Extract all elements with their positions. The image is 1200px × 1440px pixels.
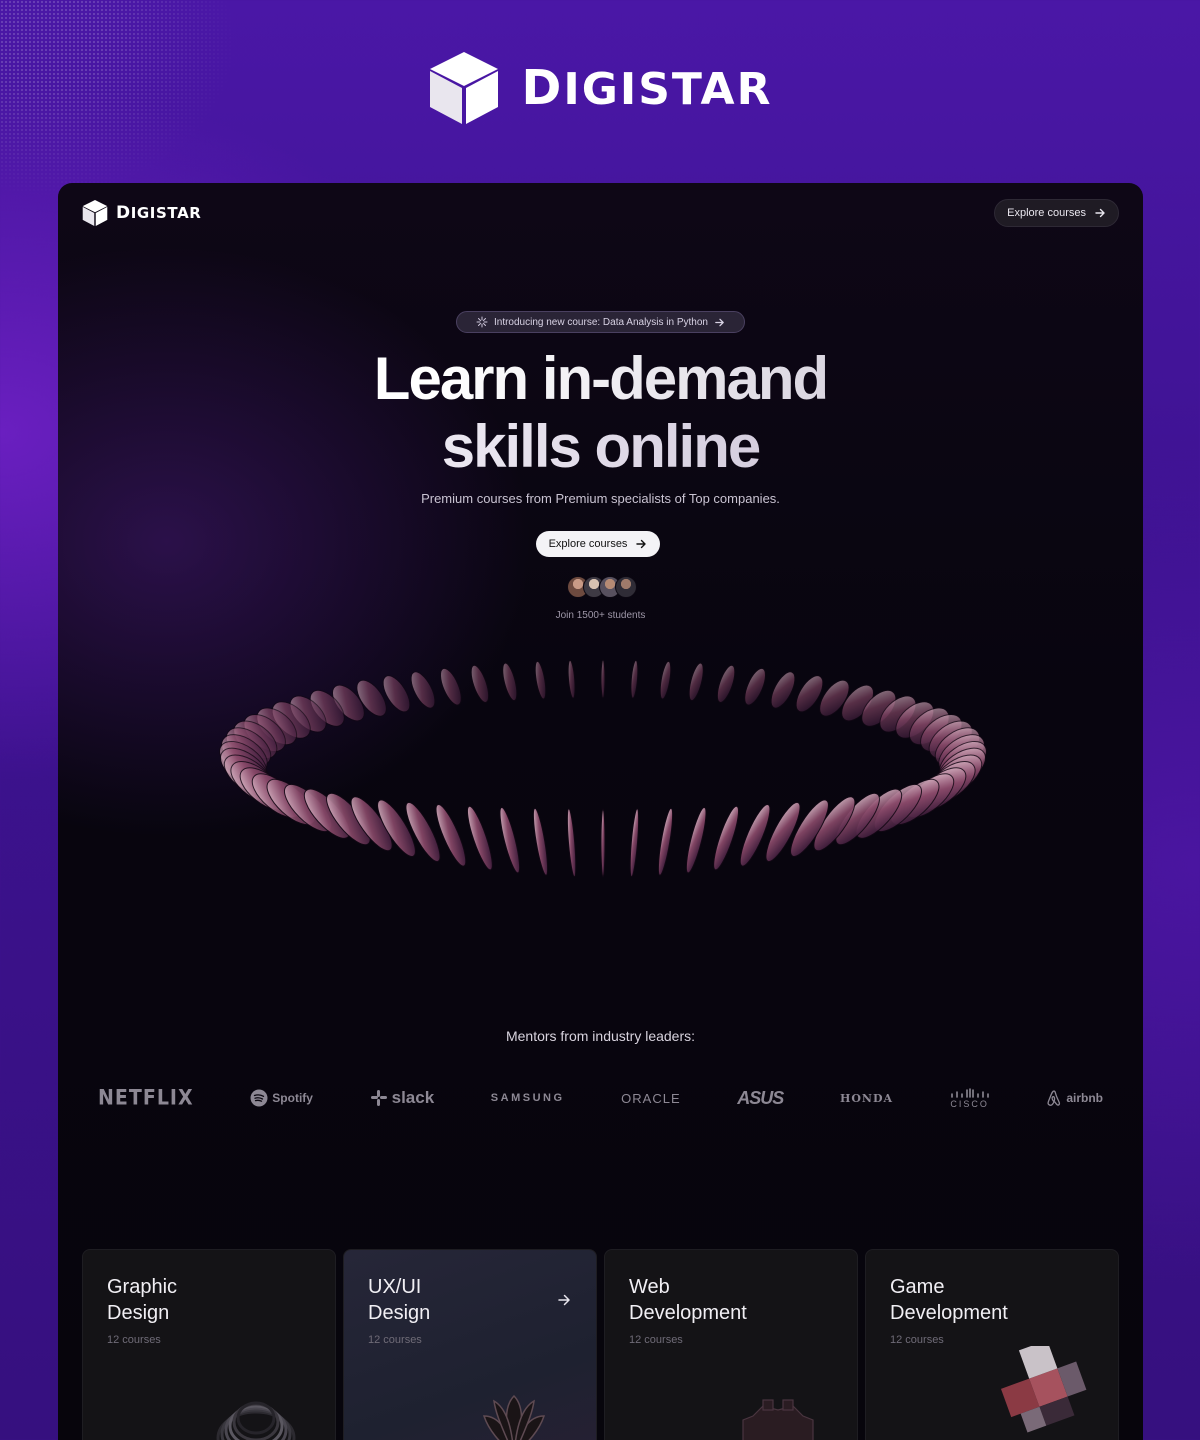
ring-fin [470,664,490,703]
course-count: 12 courses [107,1334,161,1346]
course-categories: Graphic Design 12 courses UX/UI Design 12 … [82,1249,1119,1440]
ring-fin [744,667,766,706]
join-students-text: Join 1500+ students [555,610,646,621]
blocks-illustration [1000,1346,1087,1433]
ring-fin [716,664,736,703]
hero-explore-courses-button[interactable]: Explore courses [536,531,660,557]
gear-illustration [742,1399,814,1440]
cube-logo-icon [82,200,108,226]
ring-fin [534,660,547,700]
hero-title-line1: Learn in-demand [58,345,1143,413]
ring-fin [499,807,521,874]
brand-wordmark: DIGISTAR [521,60,773,116]
sparkles-icon [476,316,488,328]
ring-fin [657,807,674,876]
ring-fin [467,805,493,871]
twisted-shape-illustration [482,1394,546,1440]
samsung-logo: SAMSUNG [490,1092,565,1104]
avatar [615,576,637,598]
cisco-bars-icon [950,1087,989,1098]
oracle-logo: ORACLE [621,1090,681,1106]
hero-cta-label: Explore courses [548,538,628,550]
ring-fin [713,805,739,871]
ring-fin [566,808,577,878]
course-card-game-development[interactable]: Game Development 12 courses [865,1249,1119,1440]
cube-logo-icon [429,52,498,124]
ring-fin [410,671,436,709]
arrow-right-icon [1095,208,1105,218]
mentors-heading: Mentors from industry leaders: [505,1028,696,1044]
announcement-pill[interactable]: Introducing new course: Data Analysis in… [456,311,745,333]
airbnb-icon [1047,1090,1061,1106]
ring-fin [600,808,606,878]
nav-explore-courses-button[interactable]: Explore courses [994,199,1119,227]
brand-header: DIGISTAR [0,48,1200,128]
course-card-ux-ui-design[interactable]: UX/UI Design 12 courses [343,1249,597,1440]
announcement-text: Introducing new course: Data Analysis in… [493,316,708,328]
nav-explore-label: Explore courses [1007,207,1086,219]
ring-fin [630,659,639,699]
ring-fin [629,808,640,878]
course-card-title: Web Development [629,1276,747,1324]
student-avatars [567,576,637,600]
asus-logo: ASUS [737,1087,784,1108]
ring-fin [532,807,549,876]
course-count: 12 courses [368,1334,422,1346]
hero-ring-illustration [219,659,987,878]
nav-wordmark: DIGISTAR [116,203,202,223]
top-nav: DIGISTAR Explore courses [82,197,1119,229]
ring-fin [600,659,606,699]
cisco-logo: CISCO [950,1087,990,1109]
course-card-title: Game Development [890,1276,1008,1324]
netflix-logo: NETFLIX [98,1085,194,1111]
hero-title: Learn in-demand skills online [58,345,1143,481]
arrow-right-icon [715,318,724,326]
slack-logo: slack [370,1088,434,1108]
ring-fin [770,671,796,709]
honda-logo: HONDA [839,1091,894,1105]
company-logos-row: NETFLIX Spotify slack SAMSUNG ORACLE ASU… [98,1083,1103,1113]
spotify-logo: Spotify [250,1089,313,1107]
hero-subtitle: Premium courses from Premium specialists… [421,491,780,506]
nav-logo[interactable]: DIGISTAR [82,199,201,227]
spotify-icon [250,1089,268,1107]
ring-fin [502,662,518,702]
course-card-graphic-design[interactable]: Graphic Design 12 courses [82,1249,336,1440]
ring-fin [659,660,672,700]
hero-title-line2: skills online [58,413,1143,481]
ring-fin [685,807,707,874]
ring-fin [688,662,704,702]
course-count: 12 courses [629,1334,683,1346]
slack-icon [370,1090,387,1106]
arrow-right-icon[interactable] [556,1292,572,1308]
course-card-title: Graphic Design [107,1276,178,1324]
landing-page-frame: DIGISTAR Explore courses Introducing new… [58,183,1143,1440]
course-count: 12 courses [890,1334,944,1346]
coil-illustration [216,1401,296,1440]
course-card-title: UX/UI Design [368,1276,431,1324]
course-card-web-development[interactable]: Web Development 12 courses [604,1249,858,1440]
ring-fin [567,659,576,699]
ring-fin [440,667,462,706]
airbnb-logo: airbnb [1046,1089,1103,1107]
arrow-right-icon [636,539,647,549]
